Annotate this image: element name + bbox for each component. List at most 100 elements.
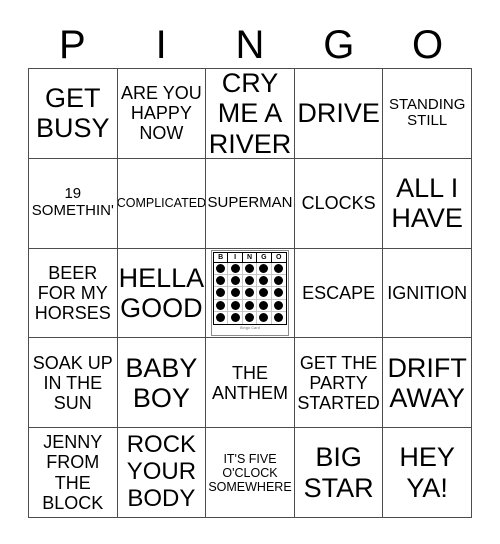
bingo-cell-r2c1[interactable]: 19 SOMETHIN'	[29, 158, 118, 249]
bingo-cell-label: HELLA GOOD	[118, 262, 205, 323]
mini-bingo-dot-grid	[212, 262, 287, 325]
mini-bingo-dot-icon	[230, 264, 240, 274]
bingo-card: P I N G O GET BUSY ARE YOU HAPPY NOW CRY…	[0, 0, 500, 544]
bingo-cell-label: SOAK UP IN THE SUN	[32, 352, 113, 413]
mini-bingo-header-letter-2: I	[228, 252, 243, 262]
bingo-cell-r5c3[interactable]: IT'S FIVE O'CLOCK SOMEWHERE	[206, 428, 295, 518]
mini-bingo-dot-icon	[230, 276, 240, 286]
bingo-cell-r1c4[interactable]: DRIVE	[294, 69, 384, 159]
bingo-cell-label: CLOCKS	[301, 193, 376, 214]
mini-bingo-dot-icon	[274, 264, 284, 274]
mini-bingo-cell	[257, 287, 272, 300]
bingo-header-letter-4: G	[323, 23, 355, 67]
mini-bingo-cell	[271, 300, 286, 312]
bingo-cell-r4c2[interactable]: BABY BOY	[117, 338, 207, 429]
mini-bingo-cell	[271, 263, 286, 276]
mini-bingo-cell	[213, 287, 229, 300]
bingo-cell-r1c3[interactable]: CRY ME A RIVER	[206, 69, 295, 159]
bingo-cell-label: ALL I HAVE	[391, 172, 463, 234]
bingo-cell-r1c2[interactable]: ARE YOU HAPPY NOW	[117, 69, 207, 159]
bingo-cell-label: BABY BOY	[125, 352, 198, 413]
bingo-cell-label: HEY YA!	[399, 442, 455, 503]
bingo-cell-r4c4[interactable]: GET THE PARTY STARTED	[294, 338, 384, 429]
mini-bingo-dot-icon	[274, 300, 284, 310]
bingo-cell-label: COMPLICATED	[117, 196, 207, 211]
mini-bingo-dot-icon	[259, 313, 269, 323]
bingo-header-letter-5: O	[412, 23, 444, 67]
bingo-cell-r5c5[interactable]: HEY YA!	[383, 428, 472, 518]
bingo-cell-label: JENNY FROM THE BLOCK	[42, 432, 104, 513]
mini-bingo-caption: Bingo Card	[240, 325, 260, 330]
bingo-cell-label: ROCK YOUR BODY	[126, 431, 197, 513]
bingo-cell-label: THE ANTHEM	[211, 362, 288, 403]
mini-bingo-header-letter-3: N	[243, 252, 258, 262]
mini-bingo-cell	[228, 275, 243, 288]
bingo-cell-r2c3[interactable]: SUPERMAN	[206, 158, 295, 249]
bingo-cell-label: STANDING STILL	[388, 95, 466, 130]
bingo-cell-label: DRIVE	[297, 98, 380, 129]
mini-bingo-cell	[228, 287, 243, 300]
mini-bingo-cell	[271, 287, 286, 300]
bingo-cell-r5c4[interactable]: BIG STAR	[294, 428, 384, 518]
mini-bingo-cell	[257, 311, 272, 324]
bingo-cell-label: BIG STAR	[303, 442, 374, 503]
bingo-cell-r3c1[interactable]: BEER FOR MY HORSES	[29, 248, 118, 339]
bingo-cell-r5c1[interactable]: JENNY FROM THE BLOCK	[29, 428, 118, 518]
bingo-cell-r3c2[interactable]: HELLA GOOD	[117, 248, 207, 339]
bingo-header-letter-3: N	[235, 23, 265, 67]
mini-bingo-dot-icon	[216, 264, 226, 274]
mini-bingo-dot-icon	[259, 300, 269, 310]
mini-bingo-header-letter-5: O	[276, 253, 282, 261]
mini-bingo-cell	[213, 275, 229, 288]
mini-bingo-dot-icon	[230, 313, 240, 323]
mini-bingo-cell	[228, 299, 243, 312]
bingo-cell-r2c5[interactable]: ALL I HAVE	[383, 158, 472, 249]
mini-bingo-cell	[242, 275, 258, 288]
mini-bingo-cell	[257, 275, 272, 288]
bingo-grid: GET BUSY ARE YOU HAPPY NOW CRY ME A RIVE…	[28, 68, 472, 518]
mini-bingo-cell	[213, 262, 229, 276]
mini-bingo-cell	[271, 275, 286, 288]
bingo-cell-label: GET BUSY	[36, 83, 110, 144]
bingo-cell-free-space[interactable]: B I N G O Bingo Card	[206, 248, 295, 339]
mini-bingo-dot-icon	[230, 300, 240, 310]
mini-bingo-dot-icon	[244, 276, 254, 286]
bingo-cell-label: SUPERMAN	[207, 193, 293, 211]
mini-bingo-cell	[213, 299, 229, 312]
mini-bingo-dot-icon	[244, 300, 254, 310]
mini-bingo-cell	[243, 311, 258, 324]
mini-bingo-dot-icon	[244, 288, 254, 298]
mini-bingo-dot-icon	[216, 313, 226, 323]
bingo-cell-r1c5[interactable]: STANDING STILL	[383, 69, 472, 159]
bingo-cell-label: BEER FOR MY HORSES	[34, 262, 111, 324]
mini-bingo-dot-icon	[244, 264, 254, 274]
mini-bingo-cell	[257, 299, 272, 312]
bingo-cell-label: DRIFT AWAY	[387, 352, 467, 413]
mini-bingo-card-image: B I N G O Bingo Card	[210, 249, 289, 336]
bingo-cell-r5c2[interactable]: ROCK YOUR BODY	[117, 428, 207, 518]
mini-bingo-dot-icon	[274, 276, 284, 286]
mini-bingo-cell	[257, 262, 272, 276]
bingo-cell-r4c3[interactable]: THE ANTHEM	[206, 338, 295, 429]
bingo-cell-r3c5[interactable]: IGNITION	[383, 248, 472, 339]
bingo-cell-r3c4[interactable]: ESCAPE	[294, 248, 384, 339]
mini-bingo-dot-icon	[259, 264, 269, 274]
bingo-header-letter-1: P	[59, 23, 86, 67]
mini-bingo-dot-icon	[216, 276, 226, 286]
mini-bingo-dot-icon	[244, 313, 254, 323]
bingo-cell-r4c1[interactable]: SOAK UP IN THE SUN	[29, 338, 118, 429]
bingo-cell-label: IT'S FIVE O'CLOCK SOMEWHERE	[208, 451, 292, 494]
bingo-cell-r2c4[interactable]: CLOCKS	[294, 158, 384, 249]
mini-bingo-cell	[242, 287, 258, 300]
bingo-cell-r4c5[interactable]: DRIFT AWAY	[383, 338, 472, 429]
bingo-header-row: P I N G O	[28, 22, 472, 68]
mini-bingo-dot-icon	[274, 288, 284, 298]
mini-bingo-dot-icon	[259, 288, 269, 298]
bingo-cell-r1c1[interactable]: GET BUSY	[29, 69, 118, 159]
bingo-cell-r2c2[interactable]: COMPLICATED	[117, 158, 207, 249]
bingo-cell-label: 19 SOMETHIN'	[31, 185, 114, 220]
mini-bingo-dot-icon	[274, 313, 284, 323]
mini-bingo-cell	[214, 311, 229, 324]
bingo-cell-label: GET THE PARTY STARTED	[297, 352, 380, 413]
mini-bingo-cell	[228, 311, 243, 324]
